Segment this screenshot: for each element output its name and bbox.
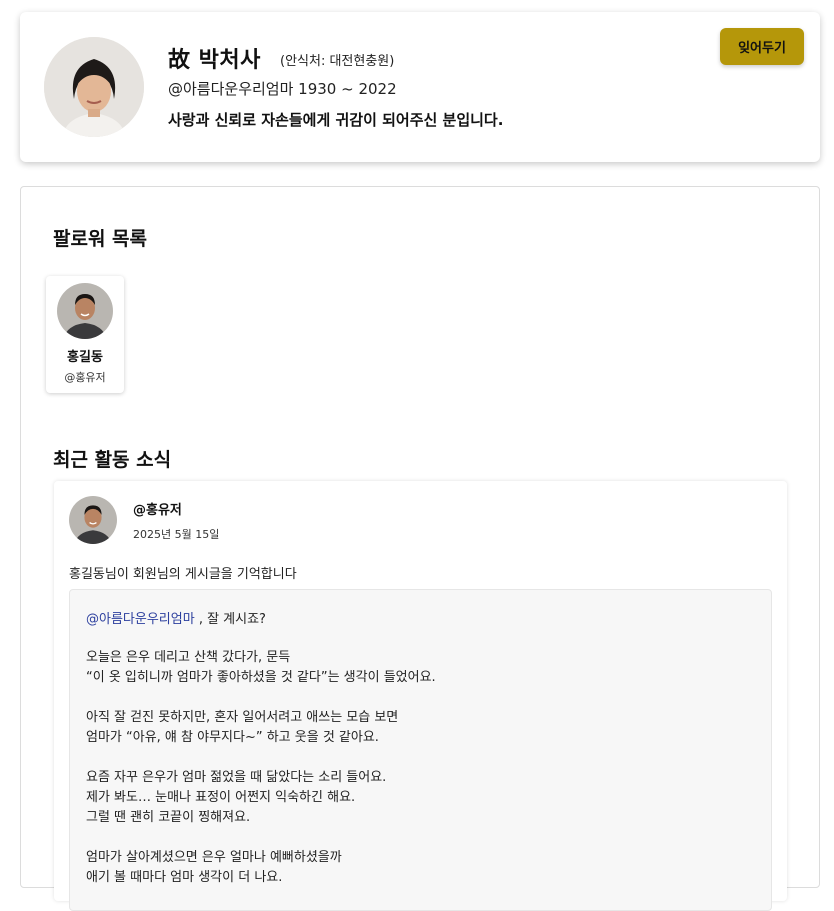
greeting-text: , 잘 계시죠? [194,612,266,627]
quoted-post-greeting: @아름다운우리엄마 , 잘 계시죠? [86,608,266,627]
body-line: 요즘 자꾸 은우가 엄마 젊었을 때 닮았다는 소리 들어요. [86,770,387,785]
followers-section-title: 팔로워 목록 [53,228,148,250]
memorial-portrait-avatar [44,37,144,137]
profile-card: 故 박처사 (안식처: 대전현충원) @아름다운우리엄마 1930 ~ 2022… [20,12,820,162]
body-line [86,828,436,848]
post-author-handle[interactable]: @홍유저 [133,499,182,518]
body-line [86,748,436,768]
post-date: 2025년 5월 15일 [133,528,220,541]
quoted-post[interactable]: @아름다운우리엄마 , 잘 계시죠? 오늘은 은우 데리고 산책 갔다가, 문득… [69,589,772,911]
follower-name: 홍길동 [67,350,103,365]
body-line [86,688,436,708]
forget-button[interactable]: 잊어두기 [720,28,804,65]
follower-avatar [57,283,113,339]
body-line: 엄마가 “아유, 얘 참 야무지다~” 하고 웃을 것 같아요. [86,730,379,745]
body-line: 아직 잘 걷진 못하지만, 혼자 일어서려고 애쓰는 모습 보면 [86,710,399,725]
profile-handle-years: @아름다운우리엄마 1930 ~ 2022 [168,80,397,98]
post-author-avatar[interactable] [69,496,117,544]
body-line: 엄마가 살아계셨으면 은우 얼마나 예뻐하셨을까 [86,850,342,865]
deceased-name: 故 박처사 [168,48,261,73]
body-line: 애기 볼 때마다 엄마 생각이 더 나요. [86,870,283,885]
main-content-card: 팔로워 목록 홍길동 @홍유저 최근 활동 소식 @홍유저 2025년 5월 1… [20,186,820,911]
quoted-post-body: 오늘은 은우 데리고 산책 갔다가, 문득 “이 옷 입히니까 엄마가 좋아하셨… [86,648,436,888]
profile-description: 사랑과 신뢰로 자손들에게 귀감이 되어주신 분입니다. [168,111,504,129]
body-line: 그럴 땐 괜히 코끝이 찡해져요. [86,810,251,825]
body-line: “이 옷 입히니까 엄마가 좋아하셨을 것 같다”는 생각이 들었어요. [86,670,436,685]
mention-link[interactable]: @아름다운우리엄마 [86,612,195,627]
post-summary: 홍길동님이 회원님의 게시글을 기억합니다 [69,567,297,582]
resting-place: (안식처: 대전현충원) [280,54,395,69]
body-line: 오늘은 은우 데리고 산책 갔다가, 문득 [86,650,291,665]
activity-post-card: @홍유저 2025년 5월 15일 홍길동님이 회원님의 게시글을 기억합니다 … [54,481,787,911]
activity-section-title: 최근 활동 소식 [53,449,172,471]
body-line: 제가 봐도… 눈매나 표정이 어쩐지 익숙하긴 해요. [86,790,356,805]
follower-handle: @홍유저 [64,371,106,384]
follower-card[interactable]: 홍길동 @홍유저 [46,276,124,393]
